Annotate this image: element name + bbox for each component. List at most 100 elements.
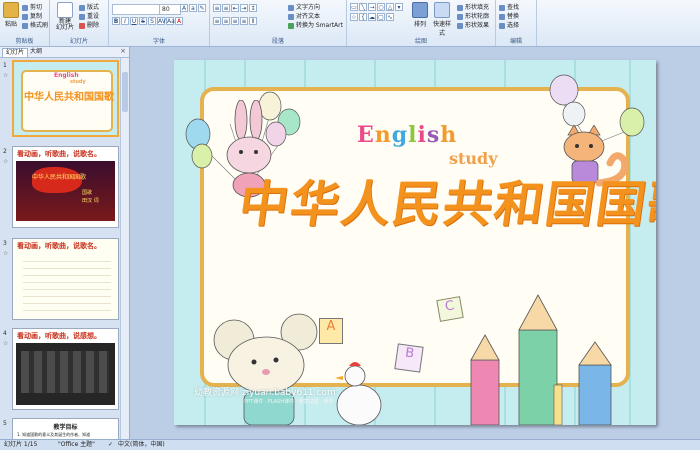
replace-button[interactable]: 替换 bbox=[499, 11, 519, 20]
font-size-box[interactable]: 80 bbox=[159, 4, 181, 15]
bold-button[interactable]: B bbox=[112, 17, 120, 25]
english-letter: n bbox=[374, 122, 392, 148]
rectangle-shape-icon[interactable]: ▭ bbox=[350, 3, 358, 11]
thumb-video-sub2: 田汉 词 bbox=[82, 198, 99, 204]
callout-shape-icon[interactable]: ▢ bbox=[377, 13, 385, 21]
thumbnail-scrollbar[interactable] bbox=[120, 58, 129, 439]
tab-outline[interactable]: 大纲 bbox=[27, 48, 45, 56]
increase-indent-icon[interactable]: ⇥ bbox=[240, 4, 248, 12]
animation-star-icon: ☆ bbox=[3, 158, 9, 165]
quick-styles-button[interactable]: 快速样式 bbox=[431, 2, 453, 37]
delete-icon bbox=[79, 22, 85, 29]
arrange-button[interactable]: 排列 bbox=[411, 2, 429, 28]
star-shape-icon[interactable]: ☆ bbox=[350, 13, 358, 21]
align-center-icon[interactable]: ≡ bbox=[222, 17, 230, 25]
strikethrough-button[interactable]: S bbox=[139, 17, 147, 25]
thumb-title: 看动画，听歌曲，说歌名。 bbox=[17, 242, 101, 250]
grow-font-icon[interactable]: A bbox=[180, 4, 188, 12]
slide-thumb-image: 看动画，听歌曲，说歌名。 bbox=[12, 238, 119, 320]
thumb-video-title: 中华人民共和国国歌 bbox=[32, 174, 87, 181]
slide-canvas: English study 中华人民共和国国歌 C A B 幼教资源网 ziyu… bbox=[130, 47, 700, 439]
smartart-button[interactable]: 转换为 SmartArt bbox=[288, 20, 343, 29]
font-name-box[interactable] bbox=[112, 4, 161, 15]
justify-icon[interactable]: ≡ bbox=[240, 17, 248, 25]
thumb-title: 中华人民共和国国歌 bbox=[24, 92, 114, 103]
more-shapes-icon[interactable]: ▾ bbox=[395, 3, 403, 11]
font-size-tools: Aa ✎ bbox=[180, 4, 207, 13]
slide-thumb-image: 看动画，听歌曲，说歌名。 中华人民共和国国歌 国歌 田汉 词 bbox=[12, 146, 119, 228]
slide-thumb-image: English study 中华人民共和国国歌 bbox=[12, 60, 119, 137]
select-button[interactable]: 选择 bbox=[499, 20, 519, 29]
copy-button[interactable]: 复制 bbox=[22, 11, 42, 20]
slide-thumb-3[interactable]: 3 ☆ 看动画，听歌曲，说歌名。 bbox=[0, 238, 121, 324]
drawing-label: 绘图 bbox=[414, 38, 427, 45]
layout-button[interactable]: 版式 bbox=[79, 2, 99, 11]
replace-icon bbox=[499, 13, 505, 20]
italic-button[interactable]: I bbox=[121, 17, 129, 25]
slides-pane: 幻灯片 大纲 × 1 ☆ English study 中华人民共和国国歌 2 ☆… bbox=[0, 47, 130, 439]
reset-icon bbox=[79, 13, 85, 20]
thumbnail-list: 1 ☆ English study 中华人民共和国国歌 2 ☆ 看动画，听歌曲，… bbox=[0, 58, 121, 439]
paste-button[interactable]: 粘贴 bbox=[3, 2, 19, 28]
drawing-group: ▭ ╲ → ○ △ ▾ ☆{☁ ▢ ∿ 排列 快速样式 形状填充 形状轮廓 形状效果 绘图 bbox=[347, 0, 496, 46]
fill-bucket-icon bbox=[457, 4, 463, 11]
char-spacing-button[interactable]: AV bbox=[157, 17, 166, 25]
scrollbar-thumb[interactable] bbox=[122, 72, 128, 112]
status-bar: 幻灯片 1/15 "Office 主题" ✓ 中文(简体，中国) bbox=[0, 439, 700, 450]
shrink-font-icon[interactable]: a bbox=[189, 4, 197, 12]
thumb-video: 中华人民共和国国歌 国歌 田汉 词 bbox=[16, 161, 115, 221]
slide-number: 3 bbox=[3, 240, 7, 247]
cut-button[interactable]: 剪切 bbox=[22, 2, 42, 11]
close-pane-icon[interactable]: × bbox=[120, 47, 126, 55]
oval-shape-icon[interactable]: ○ bbox=[377, 3, 385, 11]
effects-icon bbox=[457, 22, 463, 29]
font-style-tools: B I U S S AVAa A bbox=[112, 17, 184, 26]
scissors-icon bbox=[22, 4, 28, 11]
mouse-icon bbox=[213, 313, 318, 425]
english-letter: E bbox=[357, 122, 375, 148]
line-shape-icon[interactable]: ╲ bbox=[359, 3, 367, 11]
slide-thumb-4[interactable]: 4 ☆ 看动画，听歌曲，说感想。 bbox=[0, 328, 121, 414]
columns-icon[interactable]: ⫴ bbox=[249, 17, 257, 25]
new-slide-button[interactable]: 新建 幻灯片 bbox=[54, 2, 76, 31]
shapes-gallery[interactable]: ▭ ╲ → ○ △ ▾ bbox=[350, 3, 410, 12]
shadow-button[interactable]: S bbox=[148, 17, 156, 25]
text-direction-button[interactable]: 文字方向 bbox=[288, 2, 320, 11]
curve-shape-icon[interactable]: ∿ bbox=[386, 13, 394, 21]
shape-fill-button[interactable]: 形状填充 bbox=[457, 2, 489, 11]
align-right-icon[interactable]: ≡ bbox=[231, 17, 239, 25]
align-left-icon[interactable]: ≡ bbox=[213, 17, 221, 25]
format-painter-button[interactable]: 格式刷 bbox=[22, 20, 48, 29]
chicken-icon bbox=[335, 362, 382, 425]
font-color-button[interactable]: A bbox=[175, 17, 183, 25]
shape-outline-button[interactable]: 形状轮廓 bbox=[457, 11, 489, 20]
font-group: 80 Aa ✎ B I U S S AVAa A 字体 bbox=[109, 0, 210, 46]
decrease-indent-icon[interactable]: ⇤ bbox=[231, 4, 239, 12]
reset-button[interactable]: 重设 bbox=[79, 11, 99, 20]
bullets-icon[interactable]: ≡ bbox=[213, 4, 221, 12]
numbering-icon[interactable]: ≡ bbox=[222, 4, 230, 12]
animation-star-icon: ☆ bbox=[3, 72, 9, 79]
shape-effects-button[interactable]: 形状效果 bbox=[457, 20, 489, 29]
editing-group: 查找 替换 选择 编辑 bbox=[496, 0, 537, 46]
slide-thumb-2[interactable]: 2 ☆ 看动画，听歌曲，说歌名。 中华人民共和国国歌 国歌 田汉 词 bbox=[0, 146, 121, 234]
align-text-button[interactable]: 对齐文本 bbox=[288, 11, 320, 20]
slide-title[interactable]: 中华人民共和国国歌 bbox=[235, 165, 656, 236]
underline-button[interactable]: U bbox=[130, 17, 138, 25]
find-button[interactable]: 查找 bbox=[499, 2, 519, 11]
smartart-icon bbox=[288, 22, 294, 29]
slide-thumb-5[interactable]: 5 教学目标 1. 知道国歌的意义及其诞生的作者、知道 bbox=[0, 418, 121, 439]
tab-slides[interactable]: 幻灯片 bbox=[2, 48, 29, 57]
shapes-gallery-row2: ☆{☁ ▢ ∿ bbox=[350, 13, 410, 22]
arrow-shape-icon[interactable]: → bbox=[368, 3, 376, 11]
current-slide[interactable]: English study 中华人民共和国国歌 C A B 幼教资源网 ziyu… bbox=[174, 60, 656, 425]
brace-shape-icon[interactable]: { bbox=[359, 13, 367, 21]
line-spacing-icon[interactable]: ↕ bbox=[249, 4, 257, 12]
triangle-shape-icon[interactable]: △ bbox=[386, 3, 394, 11]
clear-format-icon[interactable]: ✎ bbox=[198, 4, 206, 12]
cloud-shape-icon[interactable]: ☁ bbox=[368, 13, 376, 21]
english-letter: s bbox=[426, 122, 441, 148]
slide-thumb-1[interactable]: 1 ☆ English study 中华人民共和国国歌 bbox=[0, 60, 121, 140]
change-case-button[interactable]: Aa bbox=[166, 17, 175, 25]
delete-slide-button[interactable]: 删除 bbox=[79, 20, 99, 29]
